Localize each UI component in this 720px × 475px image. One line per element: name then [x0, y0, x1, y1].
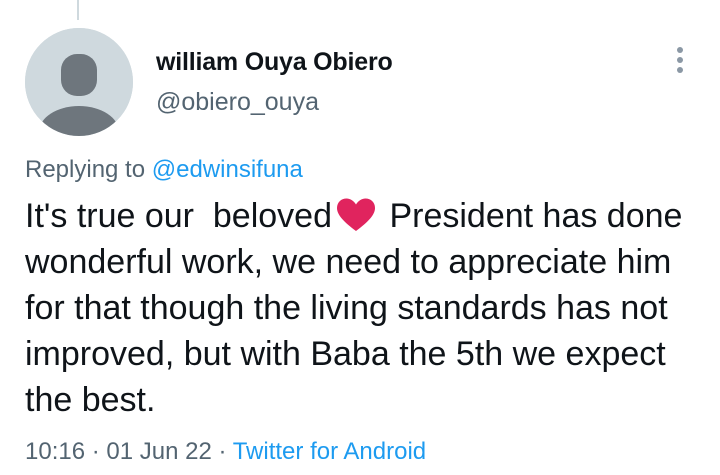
red-heart-icon — [337, 198, 375, 231]
author-display-name[interactable]: william Ouya Obiero — [156, 48, 393, 77]
reply-to-handle-link[interactable]: @edwinsifuna — [152, 156, 303, 183]
tweet-source-link[interactable]: Twitter for Android — [233, 438, 426, 465]
replying-to-prefix: Replying to — [25, 156, 152, 183]
more-vertical-icon — [677, 47, 683, 53]
more-vertical-icon-dot — [677, 67, 683, 73]
tweet-meta: 10:16 · 01 Jun 22 · Twitter for Android — [25, 438, 426, 466]
tweet-time[interactable]: 10:16 — [25, 438, 85, 465]
meta-separator: · — [85, 438, 107, 465]
tweet-text: It's true our beloved President has done… — [25, 193, 705, 423]
default-avatar-icon — [25, 28, 133, 136]
tweet-date[interactable]: 01 Jun 22 — [106, 438, 211, 465]
tweet-text-before-emoji: It's true our beloved — [25, 197, 332, 235]
author-handle[interactable]: @obiero_ouya — [156, 88, 319, 117]
meta-separator: · — [211, 438, 233, 465]
thread-connector-line — [77, 0, 79, 20]
avatar[interactable] — [25, 28, 133, 136]
more-vertical-icon-dot — [677, 57, 683, 63]
more-options-button[interactable] — [662, 40, 698, 80]
replying-to-line: Replying to @edwinsifuna — [25, 156, 303, 184]
